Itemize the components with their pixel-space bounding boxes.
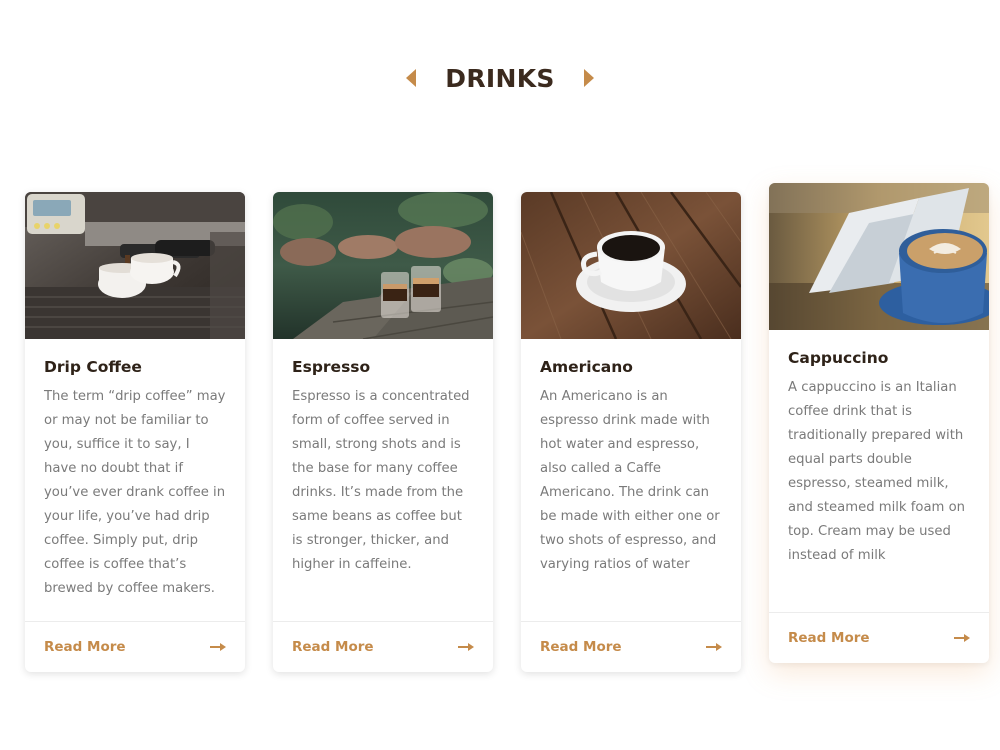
card-description: The term “drip coffee” may or may not be…: [44, 389, 226, 596]
read-more-link[interactable]: Read More: [25, 621, 245, 672]
drinks-section: DRINKS Drip Coffee The term “drip coffee…: [0, 0, 1000, 750]
espresso-image: [273, 192, 493, 339]
read-more-label: Read More: [292, 639, 374, 655]
arrow-right-icon: [210, 642, 226, 652]
drink-card-espresso: Espresso Espresso is a concentrated form…: [273, 192, 493, 672]
section-header: DRINKS: [0, 58, 1000, 98]
drink-card-americano: Americano An Americano is an espresso dr…: [521, 192, 741, 672]
cappuccino-image: [769, 183, 989, 330]
americano-image: [521, 192, 741, 339]
card-description: Espresso is a concentrated form of coffe…: [292, 389, 470, 572]
drink-card-drip-coffee: Drip Coffee The term “drip coffee” may o…: [25, 192, 245, 672]
next-arrow-icon[interactable]: [579, 66, 599, 90]
drip-coffee-image: [25, 192, 245, 339]
card-description: An Americano is an espresso drink made w…: [540, 389, 720, 572]
read-more-label: Read More: [788, 630, 870, 646]
drink-card-cappuccino: Cappuccino A cappuccino is an Italian co…: [769, 183, 989, 663]
arrow-right-icon: [954, 633, 970, 643]
read-more-link[interactable]: Read More: [769, 612, 989, 663]
arrow-right-icon: [458, 642, 474, 652]
card-description: A cappuccino is an Italian coffee drink …: [788, 380, 966, 563]
read-more-link[interactable]: Read More: [521, 621, 741, 672]
read-more-label: Read More: [44, 639, 126, 655]
card-title: Americano: [540, 358, 633, 376]
section-title: DRINKS: [445, 63, 555, 93]
card-title: Espresso: [292, 358, 371, 376]
read-more-link[interactable]: Read More: [273, 621, 493, 672]
previous-arrow-icon[interactable]: [401, 66, 421, 90]
arrow-right-icon: [706, 642, 722, 652]
read-more-label: Read More: [540, 639, 622, 655]
card-title: Drip Coffee: [44, 358, 142, 376]
card-title: Cappuccino: [788, 349, 889, 367]
